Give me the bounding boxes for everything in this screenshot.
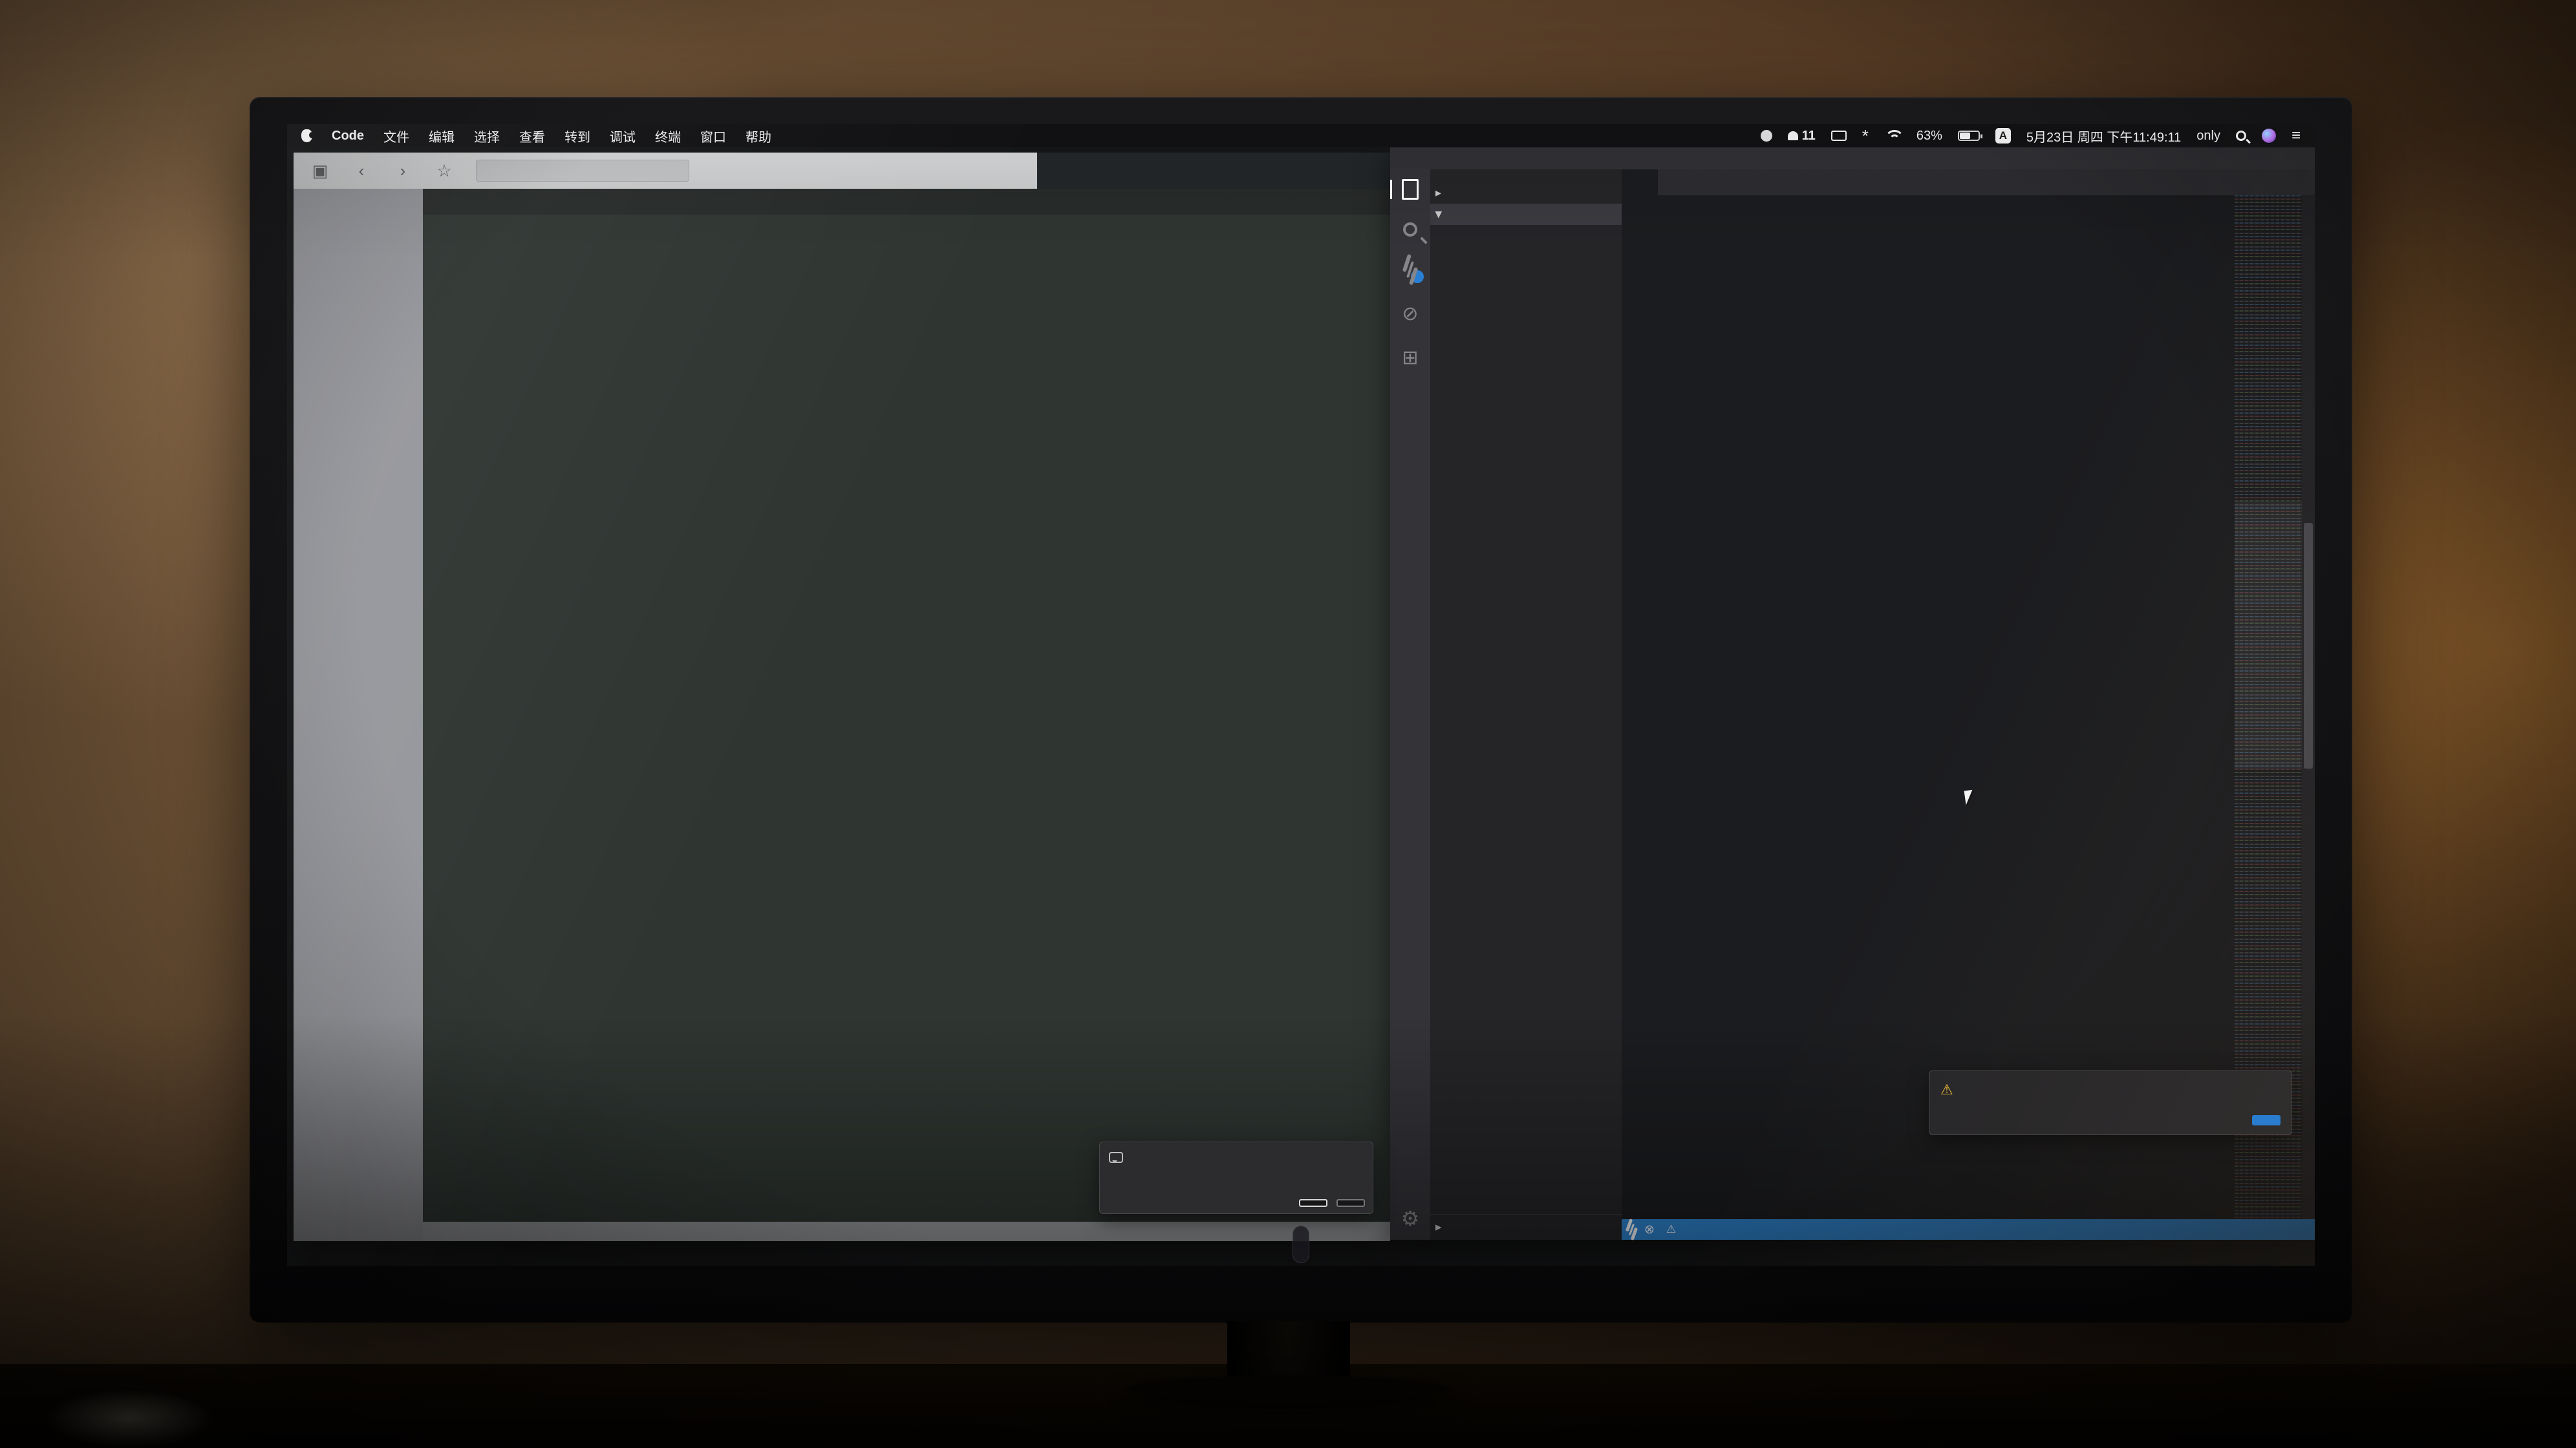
explorer-icon[interactable] xyxy=(1390,178,1421,200)
toolbar-icon[interactable]: ☆ xyxy=(435,161,454,181)
update-now-button[interactable] xyxy=(1299,1199,1327,1207)
menubar-status-item[interactable] xyxy=(2261,129,2276,143)
menubar-item[interactable]: 选择 xyxy=(474,127,500,145)
extensions-icon[interactable]: ⊞ xyxy=(1399,346,1421,368)
update-dialog xyxy=(1099,1142,1373,1214)
hbuilderx-window: ▣ ‹ › ☆ xyxy=(294,153,1390,1241)
explorer-title xyxy=(1430,169,1622,182)
filename-search-input[interactable] xyxy=(476,160,689,182)
warning-icon: ⚠ xyxy=(1940,1081,1953,1098)
menubar-left: Code 文件 编辑 选择 查看 转到 调试 终端 窗口 帮助 xyxy=(301,127,771,145)
macos-menubar: Code 文件 编辑 选择 查看 转到 调试 终端 窗口 帮助 11 63% A 5月23日 周四 下午… xyxy=(287,124,2315,147)
menubar-item[interactable]: 查看 xyxy=(519,127,545,145)
menubar-status-item[interactable] xyxy=(1862,131,1869,141)
message-bubble-icon xyxy=(1109,1152,1123,1163)
chevron-icon: ▸ xyxy=(1435,1220,1442,1234)
desktop: ▣ ‹ › ☆ ⊘ ⊞ ⚙ ▸ ▾ ▸ ⚠ ⊗ ⚠ xyxy=(287,147,2315,1266)
open-editors-section[interactable]: ▸ xyxy=(1430,182,1622,204)
menubar-item[interactable]: 窗口 xyxy=(700,127,726,145)
vscode-titlebar xyxy=(1390,147,2315,169)
menubar-item[interactable] xyxy=(301,129,316,142)
outline-section[interactable]: ▸ xyxy=(1430,1214,1622,1240)
workspace-root[interactable]: ▾ xyxy=(1430,204,1622,225)
scrollbar[interactable] xyxy=(2302,195,2315,1219)
chevron-icon: ▾ xyxy=(1435,208,1442,221)
menubar-status-item[interactable]: 5月23日 周四 下午11:49:11 xyxy=(2026,127,2181,145)
chevron-icon: ▸ xyxy=(1435,186,1442,199)
toolbar-icon[interactable]: ‹ xyxy=(352,161,371,181)
monitor: Code 文件 编辑 选择 查看 转到 调试 终端 窗口 帮助 11 63% A 5月23日 周四 下午… xyxy=(250,97,2352,1323)
menubar-item[interactable]: 编辑 xyxy=(429,127,455,145)
screen: Code 文件 编辑 选择 查看 转到 调试 终端 窗口 帮助 11 63% A 5月23日 周四 下午… xyxy=(287,124,2315,1266)
settings-gear-icon[interactable]: ⚙ xyxy=(1390,1206,1430,1231)
errors-count[interactable] xyxy=(1644,1222,1655,1237)
menubar-status-item[interactable]: A xyxy=(1995,128,2011,144)
vscode-statusbar xyxy=(1622,1219,2315,1240)
menubar-status-item[interactable] xyxy=(1760,130,1772,142)
hbuilderx-project-tree xyxy=(294,189,423,1241)
menubar-status-item[interactable] xyxy=(1957,131,1982,141)
source-control-icon[interactable] xyxy=(1399,259,1424,283)
menubar-right: 11 63% A 5月23日 周四 下午11:49:11 only ≡ xyxy=(1760,127,2301,145)
minimap-viewport[interactable] xyxy=(2235,502,2302,769)
menubar-status-item[interactable] xyxy=(1830,131,1847,141)
activity-bar: ⊘ ⊞ ⚙ xyxy=(1390,169,1430,1240)
mouse-cursor xyxy=(1964,789,1980,805)
monitor-stand-base xyxy=(1126,1376,1450,1403)
debug-icon[interactable]: ⊘ xyxy=(1399,303,1421,325)
toolbar-icon[interactable]: › xyxy=(393,161,413,181)
explorer-sidebar: ▸ ▾ ▸ xyxy=(1430,169,1622,1240)
search-icon[interactable] xyxy=(1403,222,1417,237)
minimap[interactable] xyxy=(2235,195,2302,1219)
hbuilderx-code-editor[interactable] xyxy=(423,215,1390,1222)
vscode-window: ⊘ ⊞ ⚙ ▸ ▾ ▸ ⚠ ⊗ ⚠ xyxy=(1390,147,2315,1240)
toolbar-icon[interactable]: ▣ xyxy=(310,161,330,181)
dock xyxy=(1293,1226,1309,1263)
menubar-item[interactable]: 转到 xyxy=(564,127,590,145)
git-badge xyxy=(1411,270,1424,283)
menubar-status-item[interactable]: only xyxy=(2196,129,2220,144)
menubar-status-item[interactable] xyxy=(1884,129,1904,142)
menubar-item[interactable]: Code xyxy=(332,129,364,144)
warnings-count[interactable] xyxy=(1666,1223,1676,1236)
menubar-status-item[interactable]: 11 xyxy=(1788,129,1816,144)
menubar-status-item[interactable] xyxy=(2235,131,2246,141)
hbuilderx-toolbar: ▣ ‹ › ☆ xyxy=(294,153,1390,189)
project-root[interactable] xyxy=(294,193,423,200)
editor-tab-index-aspx[interactable] xyxy=(1622,169,1658,195)
git-branch-icon[interactable] xyxy=(1631,1224,1633,1235)
menubar-item[interactable]: 帮助 xyxy=(746,127,771,145)
menubar-item[interactable]: 终端 xyxy=(655,127,681,145)
dont-show-again-button[interactable] xyxy=(2252,1115,2281,1125)
hbuilderx-statusbar xyxy=(423,1222,1390,1241)
desk-lamp-glow xyxy=(45,1390,213,1448)
git-notification-toast: ⚠ xyxy=(1929,1070,2292,1135)
menubar-status-item[interactable]: 63% xyxy=(1916,129,1942,144)
menubar-item[interactable]: 文件 xyxy=(383,127,409,145)
vscode-code-editor[interactable] xyxy=(1622,198,2235,1219)
menubar-status-item[interactable]: ≡ xyxy=(2292,127,2301,145)
toolbar-icons: ▣ ‹ › ☆ xyxy=(294,153,1037,189)
vscode-tabbar xyxy=(1622,169,2315,195)
hbuilderx-tabbar xyxy=(423,189,1390,215)
file-tree xyxy=(1430,225,1622,1214)
update-later-button[interactable] xyxy=(1336,1199,1365,1207)
menubar-item[interactable]: 调试 xyxy=(610,127,636,145)
